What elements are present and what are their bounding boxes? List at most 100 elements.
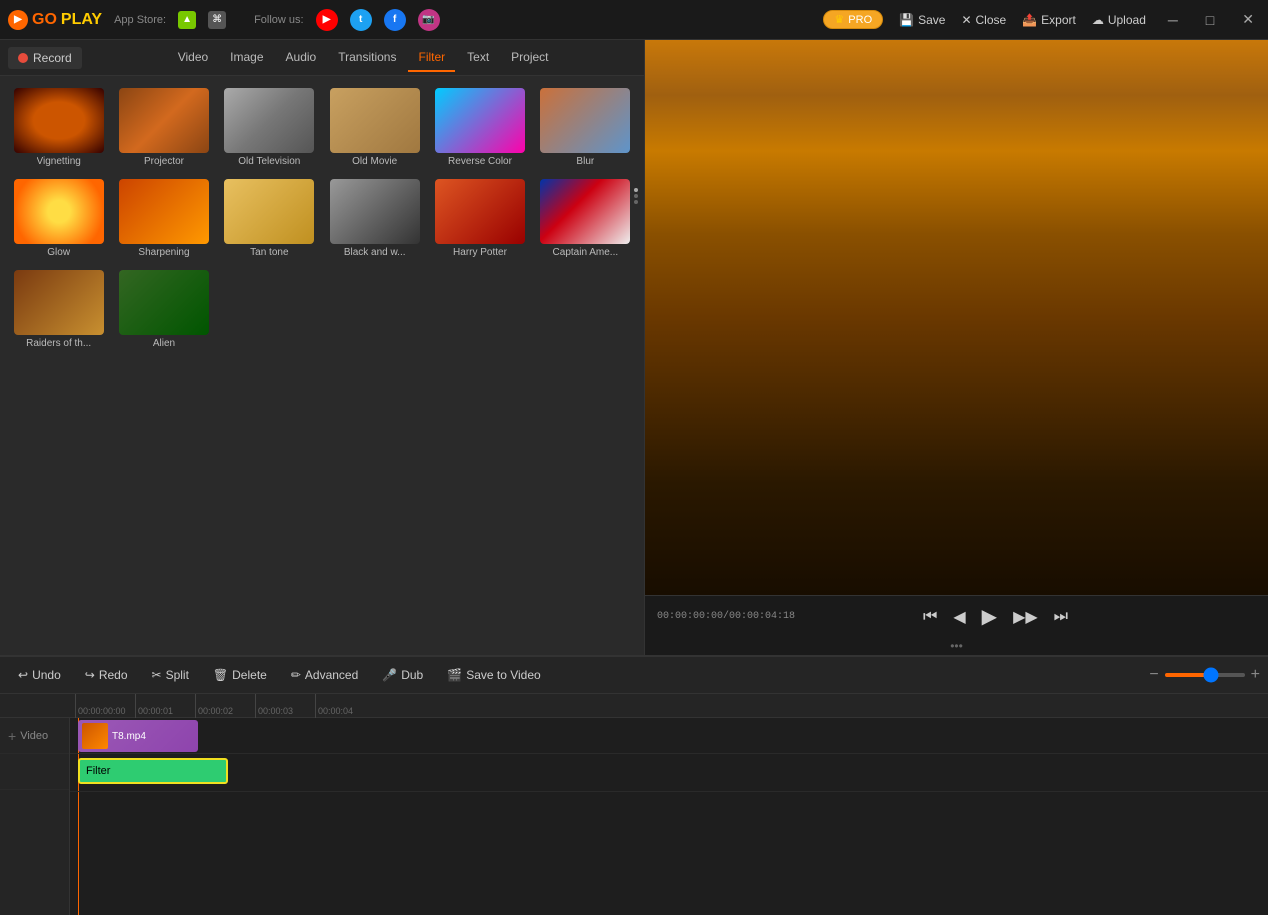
dub-button[interactable]: 🎤 Dub	[372, 663, 433, 687]
tab-audio[interactable]: Audio	[276, 44, 327, 72]
pro-badge: ♛ PRO	[823, 10, 883, 29]
filter-reverse[interactable]: Reverse Color	[429, 84, 530, 171]
prev-frame-button[interactable]: ◀	[949, 603, 969, 631]
twitter-icon[interactable]: t	[350, 9, 372, 31]
filter-sharpening[interactable]: Sharpening	[113, 175, 214, 262]
filter-alien[interactable]: Alien	[113, 266, 214, 353]
maximize-button[interactable]: □	[1200, 12, 1220, 28]
filter-thumb-glow	[14, 179, 104, 244]
nav-tabs: Video Image Audio Transitions Filter Tex…	[168, 44, 559, 72]
ruler-mark-2: 00:00:02	[195, 694, 255, 718]
filter-thumb-vignetting	[14, 88, 104, 153]
export-icon: 📤	[1022, 13, 1037, 27]
filter-blur[interactable]: Blur	[535, 84, 636, 171]
zoom-in-button[interactable]: +	[1251, 666, 1260, 684]
undo-icon: ↩	[18, 668, 28, 682]
save-icon: 💾	[899, 13, 914, 27]
video-preview	[645, 40, 1268, 595]
bottom-toolbar: ↩ Undo ↪ Redo ✂ Split 🗑 Delete ✏ Advance…	[0, 656, 1268, 694]
timeline-labels: + Video	[0, 718, 70, 915]
advanced-button[interactable]: ✏ Advanced	[281, 663, 368, 687]
three-dots-icon[interactable]: •••	[946, 639, 967, 653]
split-label: Split	[166, 668, 189, 682]
filter-old-movie[interactable]: Old Movie	[324, 84, 425, 171]
pro-label: PRO	[848, 14, 872, 26]
bottom-section: ↩ Undo ↪ Redo ✂ Split 🗑 Delete ✏ Advance…	[0, 655, 1268, 915]
filter-label-vignetting: Vignetting	[37, 156, 81, 167]
tab-image[interactable]: Image	[220, 44, 273, 72]
filter-raiders[interactable]: Raiders of th...	[8, 266, 109, 353]
filter-harry[interactable]: Harry Potter	[429, 175, 530, 262]
filter-label-harry: Harry Potter	[453, 247, 507, 258]
timecode-bar: 00:00:00:00/00:00:04:18 ⏮ ◀ ▶ ▶▶ ⏭	[645, 595, 1268, 637]
topbar-right: ♛ PRO 💾 Save ✕ Close 📤 Export ☁ Upload ─…	[823, 10, 1260, 29]
filter-thumb-old-movie	[330, 88, 420, 153]
preview-more[interactable]: •••	[645, 637, 1268, 655]
instagram-icon[interactable]: 📷	[418, 9, 440, 31]
video-clip-name: T8.mp4	[112, 731, 146, 742]
video-clip[interactable]: T8.mp4	[78, 720, 198, 752]
play-button[interactable]: ▶	[978, 600, 1001, 633]
logo-text-play: PLAY	[61, 11, 102, 29]
redo-icon: ↪	[85, 668, 95, 682]
filter-label-glow: Glow	[47, 247, 70, 258]
filter-label-projector: Projector	[144, 156, 184, 167]
save-button[interactable]: 💾 Save	[899, 13, 945, 27]
window-close-button[interactable]: ✕	[1236, 11, 1260, 28]
tab-video[interactable]: Video	[168, 44, 218, 72]
advanced-label: Advanced	[305, 668, 358, 682]
tab-filter[interactable]: Filter	[408, 44, 455, 72]
scroll-indicator	[634, 188, 638, 204]
delete-icon: 🗑	[213, 668, 228, 682]
filter-old-tv[interactable]: Old Television	[219, 84, 320, 171]
split-button[interactable]: ✂ Split	[142, 663, 199, 687]
record-button[interactable]: Record	[8, 47, 82, 69]
filter-projector[interactable]: Projector	[113, 84, 214, 171]
filter-captain[interactable]: Captain Ame...	[535, 175, 636, 262]
filter-tan[interactable]: Tan tone	[219, 175, 320, 262]
undo-button[interactable]: ↩ Undo	[8, 663, 71, 687]
upload-button[interactable]: ☁ Upload	[1092, 13, 1146, 27]
delete-label: Delete	[232, 668, 267, 682]
skip-start-button[interactable]: ⏮	[919, 604, 941, 630]
minimize-button[interactable]: ─	[1162, 12, 1184, 28]
apple-icon[interactable]: ⌘	[208, 11, 226, 29]
tab-transitions[interactable]: Transitions	[328, 44, 406, 72]
undo-label: Undo	[32, 668, 61, 682]
filter-clip[interactable]: Filter	[78, 758, 228, 784]
filter-thumb-blur	[540, 88, 630, 153]
video-track-row: T8.mp4	[70, 718, 1268, 754]
save-to-video-button[interactable]: 🎬 Save to Video	[437, 663, 550, 687]
filter-thumb-alien	[119, 270, 209, 335]
filter-bw[interactable]: Black and w...	[324, 175, 425, 262]
filter-clip-name: Filter	[86, 765, 110, 777]
app-logo: ▶ GOPLAY	[8, 10, 102, 30]
redo-label: Redo	[99, 668, 128, 682]
followus-label: Follow us:	[254, 14, 304, 26]
android-icon[interactable]: ▲	[178, 11, 196, 29]
youtube-icon[interactable]: ▶	[316, 9, 338, 31]
filter-thumb-captain	[540, 179, 630, 244]
ruler-mark-0: 00:00:00:00	[75, 694, 135, 718]
delete-button[interactable]: 🗑 Delete	[203, 663, 277, 687]
zoom-slider[interactable]	[1165, 673, 1245, 677]
logo-text: GO	[32, 11, 57, 29]
facebook-icon[interactable]: f	[384, 9, 406, 31]
clip-thumb-placeholder	[82, 723, 108, 749]
video-label-text: Video	[20, 730, 48, 742]
right-panel: 00:00:00:00/00:00:04:18 ⏮ ◀ ▶ ▶▶ ⏭ •••	[645, 40, 1268, 655]
video-track-add[interactable]: +	[8, 728, 16, 744]
close-button[interactable]: ✕ Close	[961, 13, 1006, 27]
left-panel: Record Video Image Audio Transitions Fil…	[0, 40, 645, 655]
tab-project[interactable]: Project	[501, 44, 558, 72]
zoom-out-button[interactable]: −	[1149, 666, 1158, 684]
redo-button[interactable]: ↪ Redo	[75, 663, 138, 687]
tab-text[interactable]: Text	[457, 44, 499, 72]
next-frame-button[interactable]: ▶▶	[1009, 603, 1042, 631]
skip-end-button[interactable]: ⏭	[1050, 604, 1072, 630]
filter-label-blur: Blur	[576, 156, 594, 167]
filter-glow[interactable]: Glow	[8, 175, 109, 262]
crown-icon: ♛	[834, 13, 844, 26]
filter-vignetting[interactable]: Vignetting	[8, 84, 109, 171]
export-button[interactable]: 📤 Export	[1022, 13, 1076, 27]
